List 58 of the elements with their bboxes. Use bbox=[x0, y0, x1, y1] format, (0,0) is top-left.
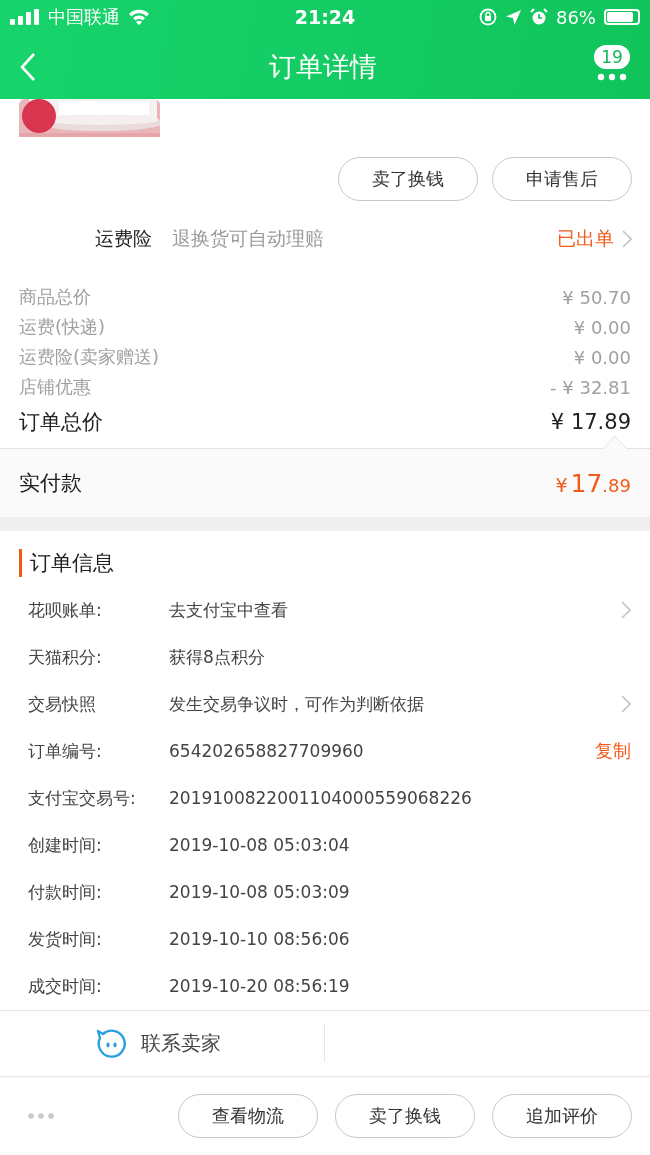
info-value: 654202658827709960 bbox=[169, 741, 365, 762]
info-value: 2019100822001104000559068226 bbox=[169, 788, 473, 809]
paid-amount: ¥17.89 bbox=[555, 468, 631, 498]
battery-icon bbox=[604, 9, 640, 25]
location-icon bbox=[504, 8, 522, 26]
back-icon[interactable] bbox=[20, 51, 36, 82]
chat-face-icon[interactable] bbox=[95, 1028, 127, 1059]
total-value: ¥ 17.89 bbox=[550, 410, 631, 435]
price-value: - ¥ 32.81 bbox=[550, 376, 631, 398]
price-value: ¥ 50.70 bbox=[562, 286, 631, 308]
info-label: 交易快照 bbox=[28, 692, 97, 716]
page-title: 订单详情 bbox=[268, 49, 378, 84]
insurance-label: 运费险 bbox=[95, 225, 152, 251]
info-value: 2019-10-10 08:56:06 bbox=[169, 929, 351, 950]
info-label: 天猫积分: bbox=[28, 645, 103, 669]
wifi-icon bbox=[128, 9, 150, 25]
info-label: 支付宝交易号: bbox=[28, 786, 137, 810]
rotation-lock-icon bbox=[478, 8, 497, 26]
price-value: ¥ 0.00 bbox=[573, 316, 631, 338]
info-label: 付款时间: bbox=[28, 880, 103, 904]
info-value: 2019-10-08 05:03:09 bbox=[169, 882, 351, 903]
section-title: 订单信息 bbox=[19, 548, 631, 577]
carrier-name: 中国联通 bbox=[48, 5, 120, 29]
info-label: 创建时间: bbox=[28, 833, 103, 857]
insurance-description: 退换货可自动理赔 bbox=[172, 225, 325, 251]
action-button[interactable]: 卖了换钱 bbox=[338, 157, 478, 202]
info-value: 获得8点积分 bbox=[169, 645, 266, 669]
info-value: 2019-10-20 08:56:19 bbox=[169, 976, 351, 997]
info-value: 发生交易争议时，可作为判断依据 bbox=[169, 692, 425, 716]
chevron-icon[interactable] bbox=[621, 695, 631, 714]
price-label: 运费(快递) bbox=[19, 315, 106, 340]
price-label: 运费险(卖家赠送) bbox=[19, 345, 160, 370]
contact-seller-link[interactable]: 联系卖家 bbox=[141, 1030, 221, 1058]
signal-icon bbox=[10, 9, 40, 25]
copy-link[interactable]: 复制 bbox=[595, 739, 631, 764]
count-badge: 19 bbox=[594, 44, 630, 69]
info-label: 发货时间: bbox=[28, 927, 103, 951]
info-label: 花呗账单: bbox=[28, 598, 103, 622]
info-value: 去支付宝中查看 bbox=[169, 598, 289, 622]
total-label: 订单总价 bbox=[19, 409, 103, 437]
price-value: ¥ 0.00 bbox=[573, 346, 631, 368]
chevron-icon[interactable] bbox=[621, 601, 631, 620]
price-label: 商品总价 bbox=[19, 285, 91, 310]
paid-label: 实付款 bbox=[19, 470, 82, 498]
more-icon[interactable] bbox=[597, 72, 627, 81]
info-value: 2019-10-08 05:03:04 bbox=[169, 835, 351, 856]
chevron-icon[interactable] bbox=[622, 229, 632, 248]
info-label: 成交时间: bbox=[28, 974, 103, 998]
battery-percent: 86% bbox=[555, 6, 596, 28]
more-icon[interactable] bbox=[28, 1113, 54, 1120]
action-button[interactable]: 卖了换钱 bbox=[335, 1094, 475, 1139]
alarm-icon bbox=[529, 8, 548, 26]
action-button[interactable]: 查看物流 bbox=[178, 1094, 318, 1139]
action-button[interactable]: 追加评价 bbox=[492, 1094, 632, 1139]
clock-time: 21:24 bbox=[294, 6, 356, 28]
info-label: 订单编号: bbox=[28, 739, 103, 763]
action-button[interactable]: 申请售后 bbox=[492, 157, 632, 202]
price-label: 店铺优惠 bbox=[19, 375, 91, 400]
